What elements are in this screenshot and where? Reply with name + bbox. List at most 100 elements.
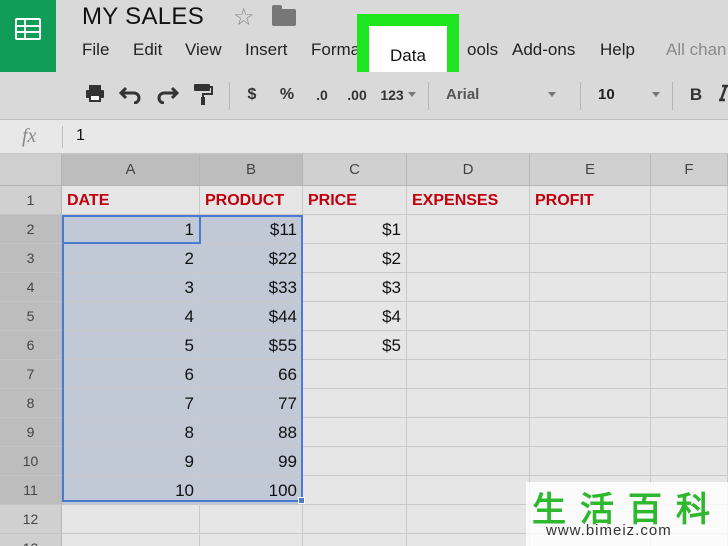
cell-e5[interactable]	[530, 302, 651, 331]
print-icon[interactable]	[84, 82, 106, 108]
cell-d2[interactable]	[407, 215, 530, 244]
cell-a11[interactable]: 10	[62, 476, 200, 505]
menu-help[interactable]: Help	[600, 40, 635, 60]
document-title[interactable]: MY SALES	[82, 3, 204, 31]
cell-e2[interactable]	[530, 215, 651, 244]
column-header-b[interactable]: B	[200, 154, 303, 186]
cell-e7[interactable]	[530, 360, 651, 389]
cell-f10[interactable]	[651, 447, 728, 476]
row-header-12[interactable]: 12	[0, 505, 62, 534]
cell-e6[interactable]	[530, 331, 651, 360]
cell-e3[interactable]	[530, 244, 651, 273]
select-all-corner[interactable]	[0, 154, 62, 186]
cell-e9[interactable]	[530, 418, 651, 447]
number-format-button[interactable]: 123	[377, 82, 407, 108]
cell-b9[interactable]: 88	[200, 418, 303, 447]
row-header-7[interactable]: 7	[0, 360, 62, 389]
cell-c9[interactable]	[303, 418, 407, 447]
cell-d10[interactable]	[407, 447, 530, 476]
row-header-8[interactable]: 8	[0, 389, 62, 418]
redo-icon[interactable]	[154, 82, 180, 108]
cell-c6[interactable]: $5	[303, 331, 407, 360]
menu-edit[interactable]: Edit	[133, 40, 162, 60]
row-header-13[interactable]: 13	[0, 534, 62, 546]
fill-handle[interactable]	[298, 497, 305, 504]
column-header-a[interactable]: A	[62, 154, 200, 186]
cell-b6[interactable]: $55	[200, 331, 303, 360]
chevron-down-icon[interactable]	[652, 92, 660, 97]
cell-e10[interactable]	[530, 447, 651, 476]
cell-a3[interactable]: 2	[62, 244, 200, 273]
cell-b11[interactable]: 100	[200, 476, 303, 505]
currency-format-button[interactable]: $	[243, 82, 261, 108]
percent-format-button[interactable]: %	[277, 82, 297, 108]
increase-decimals-button[interactable]: .00	[343, 82, 371, 108]
font-family-select[interactable]: Arial	[446, 86, 479, 103]
menu-add-ons[interactable]: Add-ons	[512, 40, 575, 60]
cell-c11[interactable]	[303, 476, 407, 505]
row-header-1[interactable]: 1	[0, 186, 62, 215]
undo-icon[interactable]	[118, 82, 144, 108]
column-label-cell[interactable]: DATE	[62, 186, 200, 215]
cell-a9[interactable]: 8	[62, 418, 200, 447]
cell-a4[interactable]: 3	[62, 273, 200, 302]
cell-d9[interactable]	[407, 418, 530, 447]
cell-a7[interactable]: 6	[62, 360, 200, 389]
menu-file[interactable]: File	[82, 40, 109, 60]
sheets-logo-icon[interactable]	[0, 0, 56, 72]
cell-f6[interactable]	[651, 331, 728, 360]
cell-f7[interactable]	[651, 360, 728, 389]
cell-c2[interactable]: $1	[303, 215, 407, 244]
cell-b7[interactable]: 66	[200, 360, 303, 389]
font-size-select[interactable]: 10	[598, 86, 615, 103]
menu-format[interactable]: Forma	[311, 40, 360, 60]
cell-d12[interactable]	[407, 505, 530, 534]
cell-c12[interactable]	[303, 505, 407, 534]
menu-view[interactable]: View	[185, 40, 222, 60]
cell-f3[interactable]	[651, 244, 728, 273]
row-header-9[interactable]: 9	[0, 418, 62, 447]
cell-f9[interactable]	[651, 418, 728, 447]
cell-e8[interactable]	[530, 389, 651, 418]
cell-f5[interactable]	[651, 302, 728, 331]
cell-a12[interactable]	[62, 505, 200, 534]
column-label-cell[interactable]	[651, 186, 728, 215]
cell-e4[interactable]	[530, 273, 651, 302]
star-icon[interactable]: ☆	[233, 3, 255, 32]
cell-a13[interactable]	[62, 534, 200, 546]
column-header-c[interactable]: C	[303, 154, 407, 186]
cell-a2[interactable]: 1	[62, 215, 200, 244]
cell-a6[interactable]: 5	[62, 331, 200, 360]
row-header-3[interactable]: 3	[0, 244, 62, 273]
cell-b3[interactable]: $22	[200, 244, 303, 273]
menu-insert[interactable]: Insert	[245, 40, 288, 60]
cell-a8[interactable]: 7	[62, 389, 200, 418]
chevron-down-icon[interactable]	[408, 92, 416, 97]
menu-tools[interactable]: ools	[467, 40, 498, 60]
cell-c4[interactable]: $3	[303, 273, 407, 302]
italic-icon[interactable]	[716, 82, 728, 108]
row-header-6[interactable]: 6	[0, 331, 62, 360]
formula-input[interactable]: 1	[76, 127, 85, 145]
cell-b10[interactable]: 99	[200, 447, 303, 476]
column-label-cell[interactable]: PRICE	[303, 186, 407, 215]
row-header-11[interactable]: 11	[0, 476, 62, 505]
cell-f4[interactable]	[651, 273, 728, 302]
cell-d11[interactable]	[407, 476, 530, 505]
cell-d13[interactable]	[407, 534, 530, 546]
cell-b8[interactable]: 77	[200, 389, 303, 418]
column-label-cell[interactable]: EXPENSES	[407, 186, 530, 215]
cell-b13[interactable]	[200, 534, 303, 546]
menu-data[interactable]: Data	[369, 46, 447, 66]
row-header-5[interactable]: 5	[0, 302, 62, 331]
row-header-2[interactable]: 2	[0, 215, 62, 244]
folder-icon[interactable]	[272, 5, 296, 26]
cell-c3[interactable]: $2	[303, 244, 407, 273]
cell-c13[interactable]	[303, 534, 407, 546]
column-label-cell[interactable]: PROFIT	[530, 186, 651, 215]
cell-f2[interactable]	[651, 215, 728, 244]
bold-button[interactable]: B	[686, 82, 706, 108]
cell-c5[interactable]: $4	[303, 302, 407, 331]
column-header-e[interactable]: E	[530, 154, 651, 186]
cell-c8[interactable]	[303, 389, 407, 418]
